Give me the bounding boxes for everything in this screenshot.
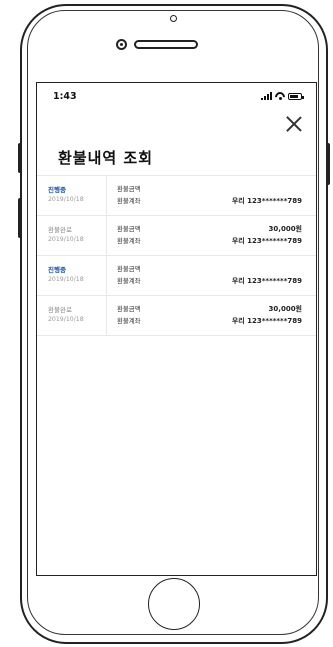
refund-amount-label: 환불금액 [117, 305, 141, 313]
refund-amount: 30,000원 [268, 305, 302, 313]
refund-status-cell: 진행중 2019/10/18 [37, 256, 107, 295]
earpiece-speaker [134, 40, 198, 49]
refund-list: 진행중 2019/10/18 환불금액 환불계좌 우리 123*******78… [37, 175, 316, 336]
status-bar: 1:43 [37, 83, 316, 111]
battery-icon [288, 92, 304, 100]
refund-account: 우리 123*******789 [231, 197, 302, 205]
volume-up-button [18, 198, 22, 238]
wifi-icon [275, 92, 285, 100]
refund-status-cell: 진행중 2019/10/18 [37, 176, 107, 215]
refund-account-label: 환불계좌 [117, 277, 141, 285]
page-title: 환불내역 조회 [58, 149, 154, 167]
refund-account: 우리 123*******789 [231, 317, 302, 325]
home-button[interactable] [148, 578, 200, 630]
refund-status-cell: 환불완료 2019/10/18 [37, 296, 107, 335]
refund-amount-label: 환불금액 [117, 225, 141, 233]
close-icon[interactable] [286, 116, 302, 132]
refund-account-label: 환불계좌 [117, 317, 141, 325]
refund-date: 2019/10/18 [48, 276, 84, 283]
status-icons [261, 91, 304, 101]
refund-status: 진행중 [48, 266, 66, 274]
proximity-sensor [116, 39, 127, 50]
front-camera [170, 15, 177, 22]
refund-date: 2019/10/18 [48, 196, 84, 203]
power-button [326, 143, 330, 185]
refund-amount-label: 환불금액 [117, 185, 141, 193]
refund-amount: 30,000원 [268, 225, 302, 233]
refund-status: 환불완료 [48, 306, 72, 314]
refund-amount-label: 환불금액 [117, 265, 141, 273]
refund-account-label: 환불계좌 [117, 197, 141, 205]
mute-switch [18, 143, 22, 173]
refund-status-cell: 환불완료 2019/10/18 [37, 216, 107, 255]
refund-row[interactable]: 진행중 2019/10/18 환불금액 환불계좌 우리 123*******78… [37, 256, 316, 296]
refund-status: 환불완료 [48, 226, 72, 234]
app-screen: 1:43 환불내역 조회 진행중 2019/10/18 환불금액 환불계좌 우리… [36, 82, 317, 576]
refund-row[interactable]: 환불완료 2019/10/18 환불금액 환불계좌 30,000원 우리 123… [37, 216, 316, 256]
refund-status: 진행중 [48, 186, 66, 194]
refund-account: 우리 123*******789 [231, 277, 302, 285]
refund-account-label: 환불계좌 [117, 237, 141, 245]
refund-row[interactable]: 진행중 2019/10/18 환불금액 환불계좌 우리 123*******78… [37, 175, 316, 216]
refund-date: 2019/10/18 [48, 236, 84, 243]
signal-icon [261, 92, 272, 100]
refund-date: 2019/10/18 [48, 316, 84, 323]
refund-row[interactable]: 환불완료 2019/10/18 환불금액 환불계좌 30,000원 우리 123… [37, 296, 316, 336]
refund-account: 우리 123*******789 [231, 237, 302, 245]
status-time: 1:43 [53, 91, 77, 102]
